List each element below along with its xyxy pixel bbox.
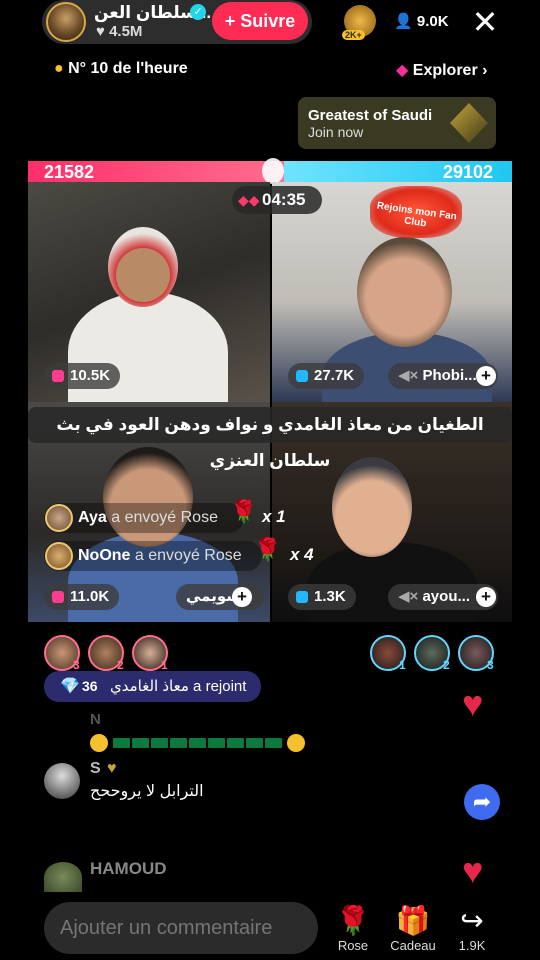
share-arrow-icon[interactable]: ➦	[464, 784, 500, 820]
gift-name: Rose	[204, 547, 242, 564]
tile-2-score-value: 27.7K	[314, 367, 355, 384]
emoji-message	[90, 734, 306, 753]
viewer-count[interactable]: 👤 9.0K	[394, 12, 449, 30]
gift-count: x 4	[290, 545, 314, 564]
tile-3-add-button[interactable]: +	[232, 587, 252, 607]
tile-2-score: 27.7K	[288, 363, 365, 389]
rose-icon: 🌹	[230, 499, 258, 524]
battle-bar-spark-icon	[262, 158, 284, 184]
tile-2-add-button[interactable]: +	[476, 366, 496, 386]
battle-timer-text: 04:35	[262, 190, 306, 209]
chat-username[interactable]: HAMOUD	[90, 859, 167, 879]
left-supporter-rank: 1	[161, 658, 168, 672]
battle-icon: ◆◆	[238, 192, 260, 208]
gift-box-icon: 🎁	[395, 905, 431, 936]
right-supporter-rank: 1	[399, 658, 406, 672]
explore-button[interactable]: ◆ Explorer ›	[396, 60, 487, 80]
right-team-score: 29102	[443, 162, 494, 182]
gift-count: x 1	[262, 507, 286, 526]
gift-name: Rose	[180, 509, 218, 526]
host-likes-value: 4.5M	[109, 23, 143, 40]
gift-action: a envoyé	[134, 547, 200, 564]
chevron-right-icon: ›	[482, 62, 488, 79]
comment-input[interactable]	[44, 902, 318, 954]
promo-title: Greatest of Saudi	[308, 107, 433, 124]
tile-3-score-value: 11.0K	[70, 588, 110, 605]
promo-subtitle[interactable]: Join now	[308, 124, 363, 140]
flag-icon	[113, 738, 131, 749]
explore-icon: ◆	[396, 62, 409, 79]
hourly-rank[interactable]: ● N° 10 de l'heure	[54, 60, 188, 78]
gift-button[interactable]: 🎁 Cadeau	[388, 904, 438, 953]
smiley-icon	[90, 734, 108, 753]
host-likes: ♥ 4.5M	[96, 23, 143, 40]
right-supporter-rank: 3	[487, 658, 494, 672]
diamond-icon: 💎	[60, 678, 80, 695]
gift-banner: الطغيان من معاذ الغامدي و نواف ودهن العو…	[28, 407, 512, 470]
tile-1-score-value: 10.5K	[70, 367, 111, 384]
person-icon: 👤	[394, 13, 413, 30]
heart-badge-icon: ♥	[107, 760, 117, 777]
rank-badge-label: 2K+	[342, 30, 365, 40]
flag-icon	[132, 738, 150, 749]
mute-icon: ◀×	[398, 367, 419, 384]
gift-rank-badge[interactable]: 2K+	[342, 5, 376, 40]
avatar[interactable]	[45, 504, 73, 532]
share-button[interactable]: ↪ 1.9K	[447, 904, 497, 953]
avatar[interactable]	[44, 862, 82, 892]
chat-username: N	[90, 711, 101, 728]
left-supporter-rank: 3	[73, 658, 80, 672]
share-count: 1.9K	[458, 938, 486, 953]
smiley-icon	[287, 734, 306, 753]
rose-gift-button[interactable]: 🌹 Rose	[328, 904, 378, 953]
rose-icon: 🌹	[335, 905, 371, 936]
person-head	[332, 457, 412, 557]
flag-icon	[227, 738, 245, 749]
flag-icon	[170, 738, 188, 749]
mute-icon: ◀×	[398, 588, 419, 605]
heart-icon[interactable]: ♥	[462, 850, 483, 892]
verified-icon: ✓	[190, 4, 206, 20]
flag-icon	[246, 738, 264, 749]
chat-message: الترابل لا يروححح	[90, 783, 204, 800]
tile-4-score: 1.3K	[288, 584, 356, 610]
host-avatar[interactable]	[46, 2, 86, 42]
avatar[interactable]	[44, 763, 80, 799]
person-head	[357, 237, 452, 347]
gift-label: Cadeau	[390, 938, 436, 953]
close-button[interactable]: ✕	[470, 4, 500, 40]
explore-label: Explorer	[412, 62, 478, 79]
rose-icon: 🌹	[254, 537, 282, 562]
person-silhouette	[307, 542, 477, 622]
chat-username[interactable]: S	[90, 760, 101, 778]
flag-icon	[151, 738, 169, 749]
follow-button[interactable]: + Suivre	[212, 2, 308, 40]
gift-notification: NoOne a envoyé Rose	[44, 541, 262, 571]
left-team-score: 21582	[44, 162, 95, 182]
viewer-count-value: 9.0K	[416, 13, 449, 30]
tile-4-add-button[interactable]: +	[476, 587, 496, 607]
tile-2-name-text: Phobi...	[422, 367, 477, 384]
join-text: معاذ الغامدي a rejoint	[110, 678, 247, 695]
right-supporter-rank: 2	[443, 658, 450, 672]
tile-4-score-value: 1.3K	[314, 588, 346, 605]
rose-label: Rose	[337, 938, 369, 953]
tile-1-score: 10.5K	[44, 363, 121, 389]
flame-icon: ●	[54, 60, 64, 77]
avatar[interactable]	[45, 542, 73, 570]
person-head	[108, 227, 178, 307]
flag-icon	[208, 738, 226, 749]
heart-icon[interactable]: ♥	[462, 683, 483, 725]
gift-action: a envoyé	[111, 509, 177, 526]
tile-3-score: 11.0K	[44, 584, 120, 610]
flag-icon	[189, 738, 207, 749]
gift-notification: Aya a envoyé Rose	[44, 503, 244, 533]
flag-icon	[265, 738, 283, 749]
tile-4-name-text: ayou...	[422, 588, 470, 605]
user-level-badge: 36	[82, 678, 98, 694]
hourly-rank-text: N° 10 de l'heure	[68, 60, 188, 77]
left-supporter-rank: 2	[117, 658, 124, 672]
share-icon: ↪	[460, 905, 484, 936]
